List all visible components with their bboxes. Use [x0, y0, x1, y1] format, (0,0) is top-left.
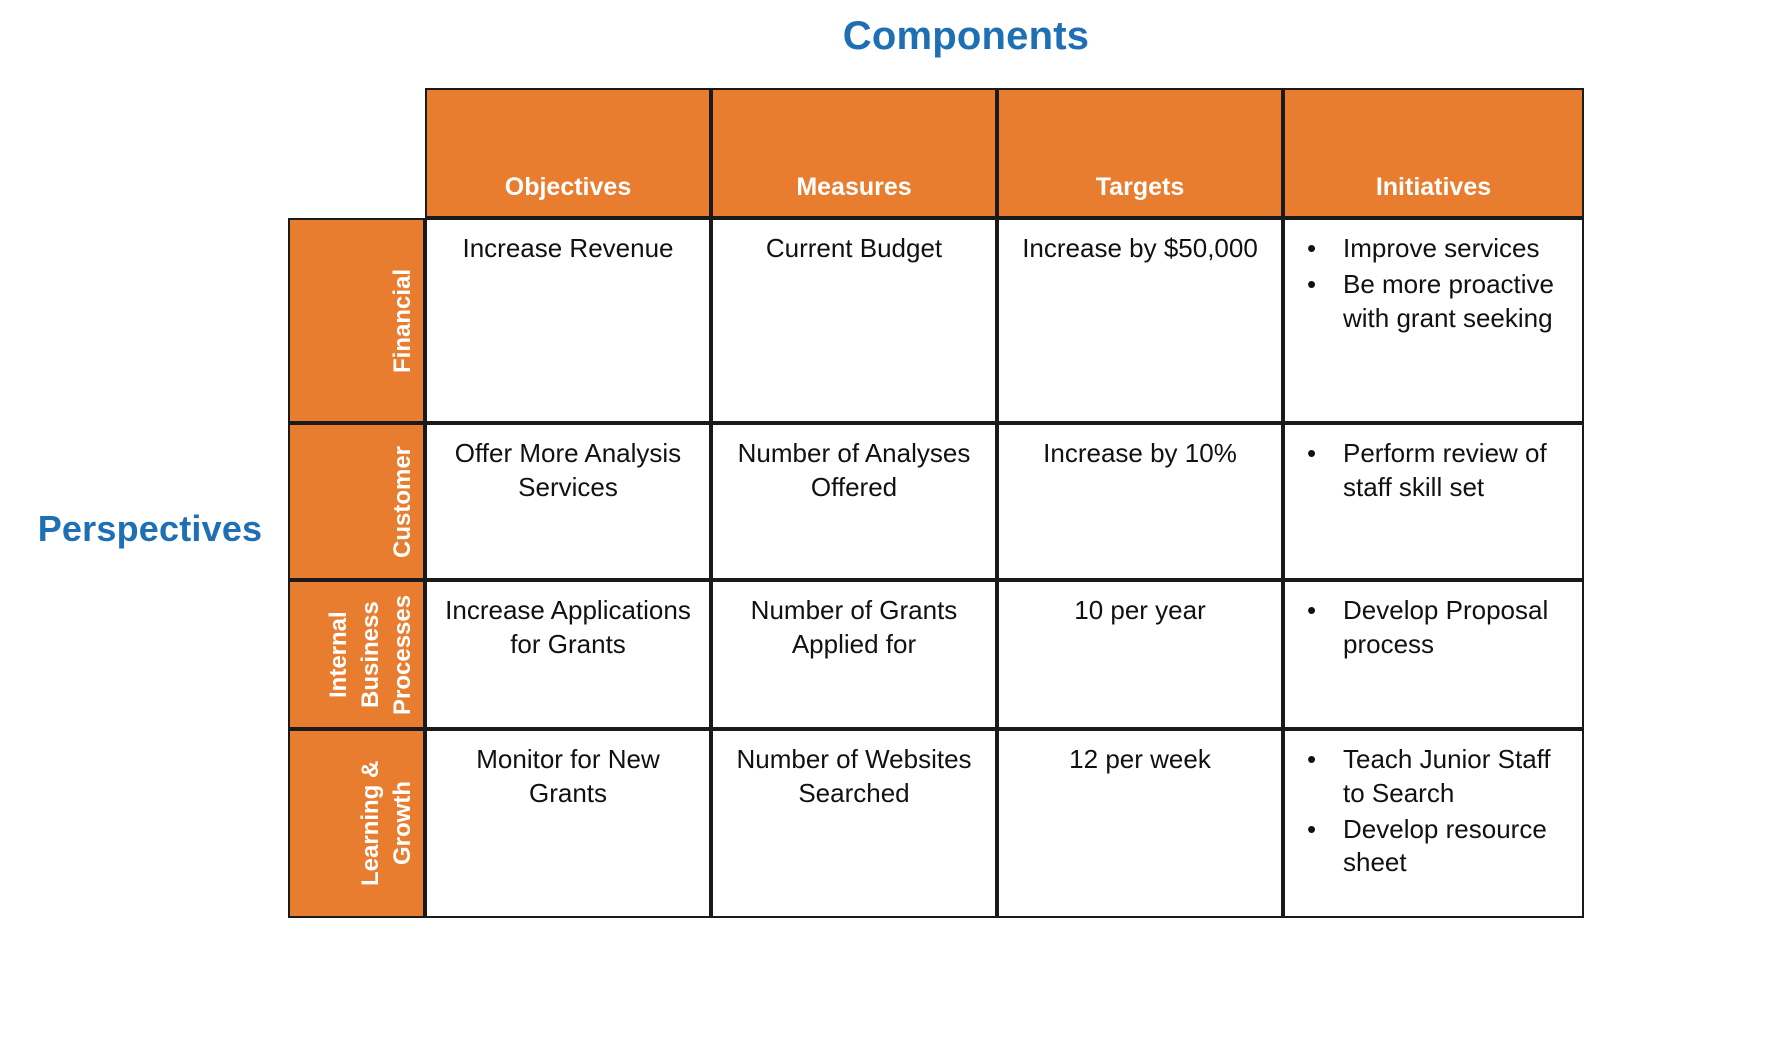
list-item-text: Be more proactive with grant seeking — [1343, 268, 1554, 333]
bullet-icon: • — [1307, 595, 1317, 625]
cell-financial-targets: Increase by $50,000 — [997, 218, 1283, 423]
list-item-text: Develop resource sheet — [1343, 813, 1547, 878]
cell-customer-targets: Increase by 10% — [997, 423, 1283, 580]
cell-learning-objectives: Monitor for New Grants — [425, 729, 711, 918]
list-item: • Develop Proposal process — [1299, 594, 1568, 662]
row-label-line: Financial — [389, 268, 416, 373]
list-item-text: Improve services — [1343, 233, 1540, 263]
cell-internal-initiatives: • Develop Proposal process — [1283, 580, 1584, 729]
list-item-text: Perform review of staff skill set — [1343, 438, 1547, 502]
cell-financial-initiatives: • Improve services • Be more proactive wit… — [1283, 218, 1584, 423]
list-item: • Develop resource sheet — [1299, 813, 1568, 881]
bullet-icon: • — [1307, 268, 1317, 299]
list-item: • Perform review of staff skill set — [1299, 437, 1568, 505]
cell-financial-objectives: Increase Revenue — [425, 218, 711, 423]
cell-learning-targets: 12 per week — [997, 729, 1283, 918]
cell-customer-objectives: Offer More Analysis Services — [425, 423, 711, 580]
column-header-initiatives: Initiatives — [1283, 88, 1584, 218]
cell-internal-targets: 10 per year — [997, 580, 1283, 729]
cell-internal-objectives: Increase Applications for Grants — [425, 580, 711, 729]
list-item-text: Develop Proposal process — [1343, 595, 1549, 659]
list-item: • Teach Junior Staff to Search — [1299, 743, 1568, 811]
column-header-objectives: Objectives — [425, 88, 711, 218]
row-label-line: Processes — [389, 594, 416, 715]
row-label-line: Learning & — [357, 760, 384, 887]
row-label-line: Internal — [325, 611, 352, 698]
initiatives-list: • Perform review of staff skill set — [1299, 437, 1568, 505]
row-label-financial: Financial — [288, 218, 425, 423]
list-item: • Be more proactive with grant seeking — [1299, 268, 1568, 336]
scorecard-grid: Objectives Measures Targets Initiatives … — [288, 88, 1584, 918]
initiatives-list: • Develop Proposal process — [1299, 594, 1568, 662]
cell-financial-measures: Current Budget — [711, 218, 997, 423]
row-label-customer: Customer — [288, 423, 425, 580]
row-label-internal-business-processes: Internal Business Processes — [288, 580, 425, 729]
bullet-icon: • — [1307, 813, 1317, 844]
row-label-line: Growth — [389, 781, 416, 866]
cell-learning-measures: Number of Websites Searched — [711, 729, 997, 918]
components-title: Components — [842, 14, 1090, 58]
cell-customer-measures: Number of Analyses Offered — [711, 423, 997, 580]
perspectives-title: Perspectives — [37, 508, 263, 549]
bullet-icon: • — [1307, 438, 1317, 468]
corner-blank-cell — [288, 88, 425, 218]
scorecard-table: Objectives Measures Targets Initiatives … — [288, 88, 1584, 918]
list-item-text: Teach Junior Staff to Search — [1343, 744, 1551, 808]
cell-learning-initiatives: • Teach Junior Staff to Search • Develop r… — [1283, 729, 1584, 918]
row-label-line: Business — [357, 601, 384, 708]
initiatives-list: • Teach Junior Staff to Search • Develop r… — [1299, 743, 1568, 880]
bullet-icon: • — [1307, 744, 1317, 774]
cell-customer-initiatives: • Perform review of staff skill set — [1283, 423, 1584, 580]
row-label-learning-growth: Learning & Growth — [288, 729, 425, 918]
column-header-targets: Targets — [997, 88, 1283, 218]
column-header-measures: Measures — [711, 88, 997, 218]
cell-internal-measures: Number of Grants Applied for — [711, 580, 997, 729]
list-item: • Improve services — [1299, 232, 1568, 266]
row-label-line: Customer — [389, 445, 416, 558]
bullet-icon: • — [1307, 233, 1317, 263]
initiatives-list: • Improve services • Be more proactive wit… — [1299, 232, 1568, 335]
